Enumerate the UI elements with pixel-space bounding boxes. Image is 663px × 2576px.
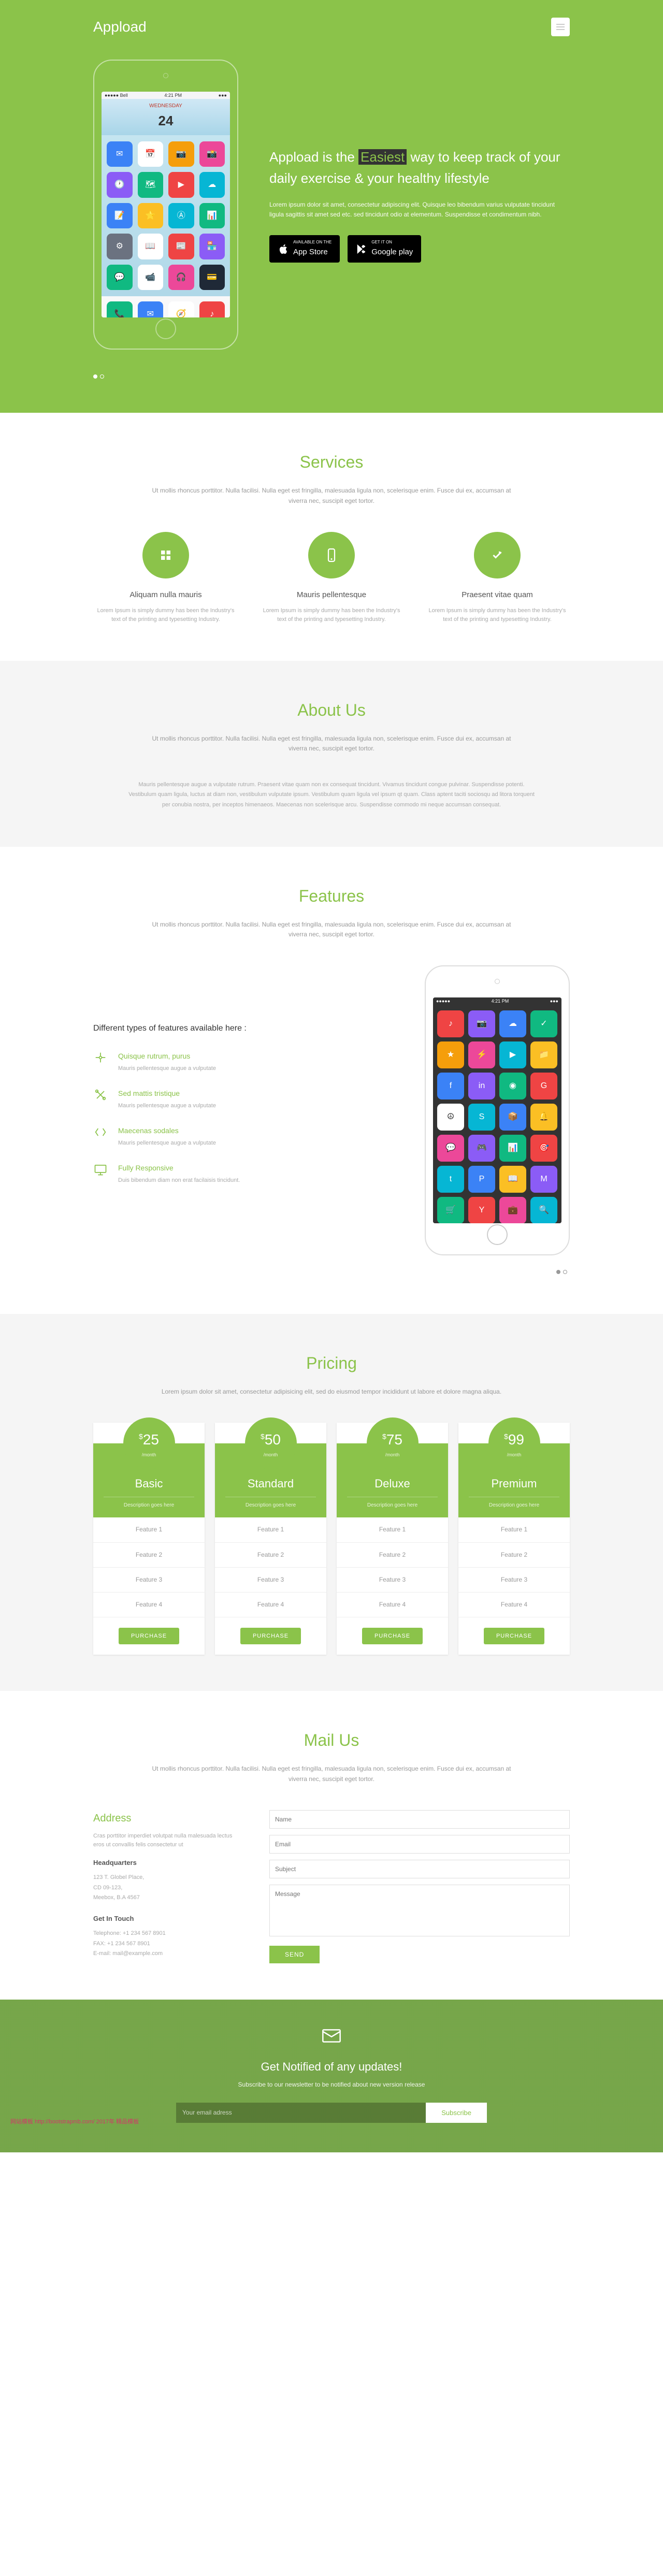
name-field[interactable] — [269, 1810, 570, 1829]
feature-item: Maecenas sodalesMauris pellentesque augu… — [93, 1125, 394, 1148]
hq-address: 123 T. Globel Place, CD 09-123, Meebox, … — [93, 1873, 238, 1903]
watermark: 网站模板 http://bootstrapmb.com/ 2017年 精品模板 — [0, 2118, 663, 2127]
pricing-title: Pricing — [93, 1350, 570, 1377]
about-section: About Us Ut mollis rhoncus porttitor. Nu… — [0, 661, 663, 847]
service-item: Aliquam nulla maurisLorem Ipsum is simpl… — [93, 532, 238, 625]
feature-icon — [93, 1125, 108, 1139]
feature-item: Sed mattis tristiqueMauris pellentesque … — [93, 1088, 394, 1110]
mail-section: Mail Us Ut mollis rhoncus porttitor. Nul… — [0, 1691, 663, 2000]
price-card-premium: $99/monthPremiumDescription goes hereFea… — [458, 1423, 570, 1655]
email-field[interactable] — [269, 1835, 570, 1854]
service-icon — [142, 532, 189, 578]
feature-item: Fully ResponsiveDuis bibendum diam non e… — [93, 1162, 394, 1185]
newsletter-section: Get Notified of any updates! Subscribe t… — [0, 2000, 663, 2152]
home-screen-apps: ✉📅📷📸 🕐🗺▶☁ 📝⭐Ⓐ📊 ⚙📖📰🏪 💬📹🎧💳 — [102, 135, 230, 297]
feature-phone-mockup: ●●●●●4:21 PM●●● ♪📷☁✓★ ⚡▶📁fin ◉G☮S📦 🔔💬🎮📊🎯… — [425, 965, 570, 1255]
hamburger-icon — [556, 26, 565, 27]
contact-form: SEND — [269, 1810, 570, 1963]
pricing-section: Pricing Lorem ipsum dolor sit amet, cons… — [0, 1314, 663, 1691]
newsletter-title: Get Notified of any updates! — [93, 2058, 570, 2076]
feature-icon — [93, 1162, 108, 1177]
price-card-basic: $25/monthBasicDescription goes hereFeatu… — [93, 1423, 205, 1655]
navbar: Appload — [93, 16, 570, 60]
purchase-button[interactable]: PURCHASE — [240, 1628, 301, 1644]
feature-icon — [93, 1050, 108, 1065]
app-store-button[interactable]: AVAILABLE ON THEApp Store — [269, 235, 340, 263]
feature-item: Quisque rutrum, purusMauris pellentesque… — [93, 1050, 394, 1073]
apple-icon — [278, 243, 289, 255]
price-card-standard: $50/monthStandardDescription goes hereFe… — [215, 1423, 326, 1655]
feature-slider-dots[interactable] — [93, 1266, 570, 1277]
service-item: Praesent vitae quamLorem Ipsum is simply… — [425, 532, 570, 625]
services-title: Services — [93, 449, 570, 475]
google-play-button[interactable]: GET IT ONGoogle play — [348, 235, 421, 263]
purchase-button[interactable]: PURCHASE — [119, 1628, 179, 1644]
service-icon — [308, 532, 355, 578]
service-icon — [474, 532, 521, 578]
subject-field[interactable] — [269, 1860, 570, 1878]
send-button[interactable]: SEND — [269, 1946, 320, 1963]
features-title: Features — [93, 883, 570, 909]
play-icon — [356, 243, 367, 255]
phone-mockup: ●●●●● Bell4:21 PM●●● WEDNESDAY24 ✉📅📷📸 🕐🗺… — [93, 60, 238, 350]
message-field[interactable] — [269, 1885, 570, 1936]
hero-title: Appload is the Easiest way to keep track… — [269, 147, 570, 190]
mail-title: Mail Us — [93, 1727, 570, 1754]
about-title: About Us — [93, 697, 570, 723]
features-section: Features Ut mollis rhoncus porttitor. Nu… — [0, 847, 663, 1314]
logo[interactable]: Appload — [93, 16, 147, 39]
envelope-icon — [321, 2025, 342, 2046]
purchase-button[interactable]: PURCHASE — [362, 1628, 423, 1644]
contact-info: Telephone: +1 234 567 8901 FAX: +1 234 5… — [93, 1929, 238, 1959]
service-item: Mauris pellentesqueLorem Ipsum is simply… — [259, 532, 404, 625]
services-section: Services Ut mollis rhoncus porttitor. Nu… — [0, 413, 663, 661]
purchase-button[interactable]: PURCHASE — [484, 1628, 544, 1644]
slider-dots[interactable] — [93, 370, 570, 382]
price-card-deluxe: $75/monthDeluxeDescription goes hereFeat… — [337, 1423, 448, 1655]
hero-section: Appload ●●●●● Bell4:21 PM●●● WEDNESDAY24… — [0, 0, 663, 413]
menu-button[interactable] — [551, 18, 570, 36]
features-heading: Different types of features available he… — [93, 1022, 394, 1035]
hero-description: Lorem ipsum dolor sit amet, consectetur … — [269, 200, 570, 220]
address-title: Address — [93, 1810, 238, 1827]
feature-icon — [93, 1088, 108, 1102]
